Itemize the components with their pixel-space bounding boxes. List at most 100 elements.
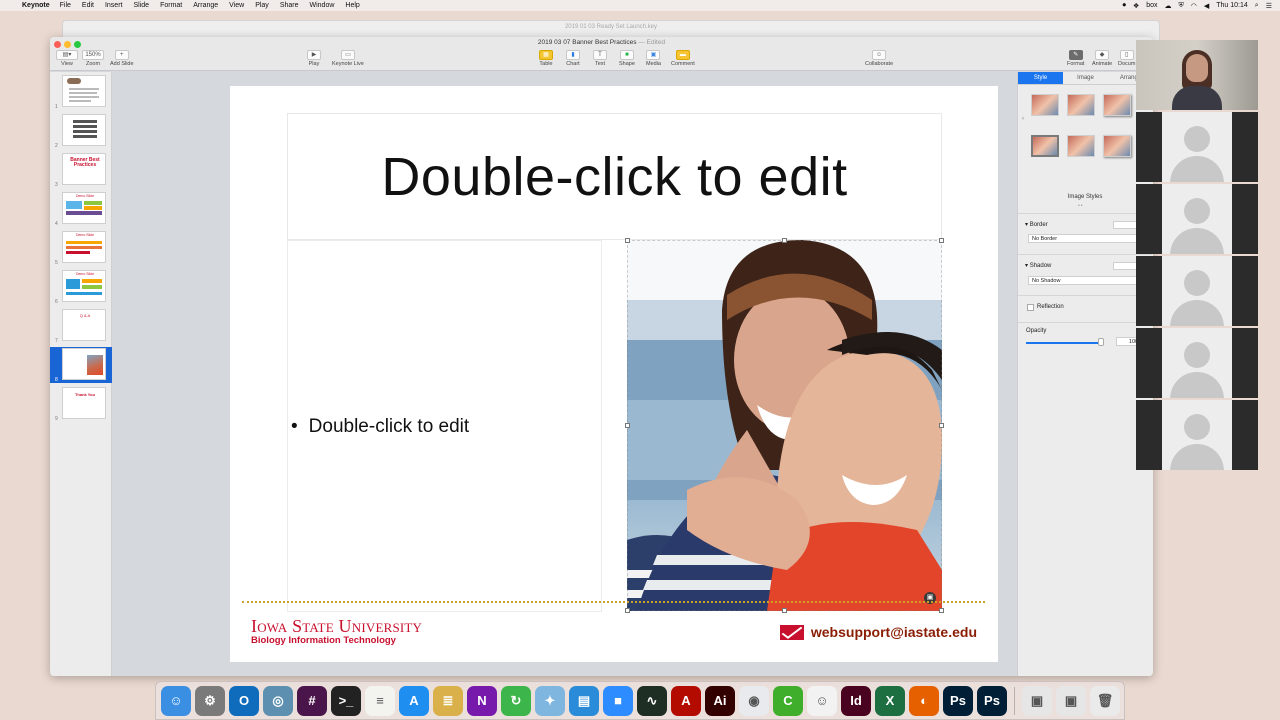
documents-stack-icon[interactable]: ▣	[1056, 685, 1086, 716]
text-button[interactable]: T Text	[593, 50, 607, 67]
search-icon[interactable]: ⌕	[1255, 2, 1259, 10]
menu-format[interactable]: Format	[160, 2, 182, 9]
resize-handle-top-right[interactable]	[939, 238, 944, 243]
image-style-4[interactable]	[1031, 135, 1059, 157]
participant-tile-live[interactable]	[1136, 40, 1258, 110]
network-utility-icon[interactable]: ◎	[263, 685, 293, 716]
slide-thumbnail-5[interactable]: 5 Demo Slide	[50, 230, 112, 266]
menu-play[interactable]: Play	[255, 2, 269, 9]
shield-icon[interactable]: ⛨	[1179, 2, 1184, 10]
slide-thumbnail-1[interactable]: 1	[50, 74, 112, 110]
participant-tile[interactable]	[1136, 400, 1258, 470]
indesign-icon[interactable]: Id	[841, 685, 871, 716]
image-style-5[interactable]	[1067, 135, 1095, 157]
border-section-toggle[interactable]: ▾ Border	[1025, 221, 1048, 228]
format-button[interactable]: ✎ Format	[1067, 50, 1084, 67]
animate-button[interactable]: ◆ Animate	[1092, 50, 1112, 67]
participant-tile[interactable]	[1136, 328, 1258, 398]
image-style-6[interactable]	[1103, 135, 1131, 157]
image-style-3[interactable]	[1103, 94, 1131, 116]
activity-monitor-icon[interactable]: ∿	[637, 685, 667, 716]
tab-image[interactable]: Image	[1063, 72, 1108, 84]
chrome-icon[interactable]: ◉	[739, 685, 769, 716]
finder-icon[interactable]: ☺	[161, 685, 191, 716]
chart-button[interactable]: ▮ Chart	[566, 50, 580, 67]
slide-thumbnail-4[interactable]: 4 Demo Slide	[50, 191, 112, 227]
play-button[interactable]: ▶ Play	[307, 50, 321, 67]
menu-help[interactable]: Help	[345, 2, 359, 9]
sequel-database-icon[interactable]: ≣	[433, 685, 463, 716]
resize-handle-bottom-left[interactable]	[625, 608, 630, 613]
onenote-icon[interactable]: N	[467, 685, 497, 716]
menu-view[interactable]: View	[229, 2, 244, 9]
slide-thumbnail-8[interactable]: 8	[50, 347, 112, 383]
toolbox-icon[interactable]: ✦	[535, 685, 565, 716]
shadow-section-toggle[interactable]: ▾ Shadow	[1025, 262, 1051, 269]
app-store-icon[interactable]: A	[399, 685, 429, 716]
body-placeholder[interactable]: • Double-click to edit	[287, 240, 602, 612]
bullet-item[interactable]: • Double-click to edit	[291, 416, 469, 438]
resize-handle-right[interactable]	[939, 423, 944, 428]
shadow-style-select[interactable]: No Shadow	[1028, 276, 1146, 285]
keynote-icon[interactable]: ▤	[569, 685, 599, 716]
resize-handle-left[interactable]	[625, 423, 630, 428]
photoshop-icon[interactable]: Ps	[943, 685, 973, 716]
downloads-stack-icon[interactable]: ▣	[1022, 685, 1052, 716]
acrobat-icon[interactable]: A	[671, 685, 701, 716]
participant-tile[interactable]	[1136, 184, 1258, 254]
box-status[interactable]: box	[1146, 2, 1157, 9]
wifi-icon[interactable]: ◠	[1191, 2, 1197, 10]
slide-title[interactable]: Double-click to edit	[381, 146, 847, 208]
trash-icon[interactable]: 🗑	[1090, 685, 1120, 716]
resize-handle-bottom-right[interactable]	[939, 608, 944, 613]
slide-thumbnail-2[interactable]: 2	[50, 113, 112, 149]
opacity-slider-track[interactable]	[1026, 342, 1101, 344]
participant-tile[interactable]	[1136, 256, 1258, 326]
slide-canvas[interactable]: Double-click to edit • Double-click to e…	[112, 72, 1017, 676]
document-button[interactable]: ▯ Docum	[1118, 50, 1135, 67]
record-icon[interactable]: ⏺	[1122, 2, 1126, 10]
menu-arrange[interactable]: Arrange	[193, 2, 218, 9]
page-dots[interactable]: ••	[1078, 203, 1084, 209]
view-button[interactable]: ▤▾ View	[56, 50, 78, 67]
menu-slide[interactable]: Slide	[133, 2, 149, 9]
photoshop-alt-icon[interactable]: Ps	[977, 685, 1007, 716]
cloud-icon[interactable]: ☁	[1165, 2, 1172, 10]
system-preferences-icon[interactable]: ⚙	[195, 685, 225, 716]
bullet-text[interactable]: Double-click to edit	[309, 416, 470, 438]
menu-file[interactable]: File	[60, 2, 71, 9]
notification-center-icon[interactable]: ☰	[1266, 2, 1272, 10]
excel-icon[interactable]: X	[875, 685, 905, 716]
menu-share[interactable]: Share	[280, 2, 299, 9]
dropbox-icon[interactable]: ❖	[1133, 2, 1139, 10]
opacity-slider-knob[interactable]	[1098, 338, 1104, 346]
clock[interactable]: Thu 10:14	[1216, 2, 1248, 9]
title-placeholder[interactable]: Double-click to edit	[287, 113, 942, 240]
slide-thumbnail-9[interactable]: 9 Thank You	[50, 386, 112, 422]
slide[interactable]: Double-click to edit • Double-click to e…	[230, 86, 998, 662]
document-title[interactable]: 2019 03 07 Banner Best Practices — Edite…	[50, 39, 1153, 46]
border-style-select[interactable]: No Border	[1028, 234, 1146, 243]
slide-thumbnail-7[interactable]: 7 Q & A	[50, 308, 112, 344]
zoom-icon[interactable]: ■	[603, 685, 633, 716]
camtasia-icon[interactable]: C	[773, 685, 803, 716]
messages-icon[interactable]: ☺	[807, 685, 837, 716]
slack-icon[interactable]: #	[297, 685, 327, 716]
firefox-icon[interactable]: ◐	[909, 685, 939, 716]
resize-handle-bottom[interactable]	[782, 608, 787, 613]
app-menu[interactable]: Keynote	[22, 2, 50, 9]
terminal-icon[interactable]: >_	[331, 685, 361, 716]
notes-icon[interactable]: ≡	[365, 685, 395, 716]
collaborate-button[interactable]: ☺ Collaborate	[865, 50, 893, 67]
chevron-left-icon[interactable]: ‹	[1022, 116, 1024, 122]
resize-handle-top-left[interactable]	[625, 238, 630, 243]
menu-window[interactable]: Window	[310, 2, 335, 9]
participant-tile[interactable]	[1136, 112, 1258, 182]
shape-button[interactable]: ■ Shape	[619, 50, 635, 67]
zoom-menu[interactable]: 150% Zoom	[82, 50, 104, 67]
table-button[interactable]: ▦ Table	[539, 50, 553, 67]
illustrator-icon[interactable]: Ai	[705, 685, 735, 716]
slide-thumbnail-6[interactable]: 6 Demo Slide	[50, 269, 112, 305]
sync-icon[interactable]: ↻	[501, 685, 531, 716]
resize-handle-top[interactable]	[782, 238, 787, 243]
